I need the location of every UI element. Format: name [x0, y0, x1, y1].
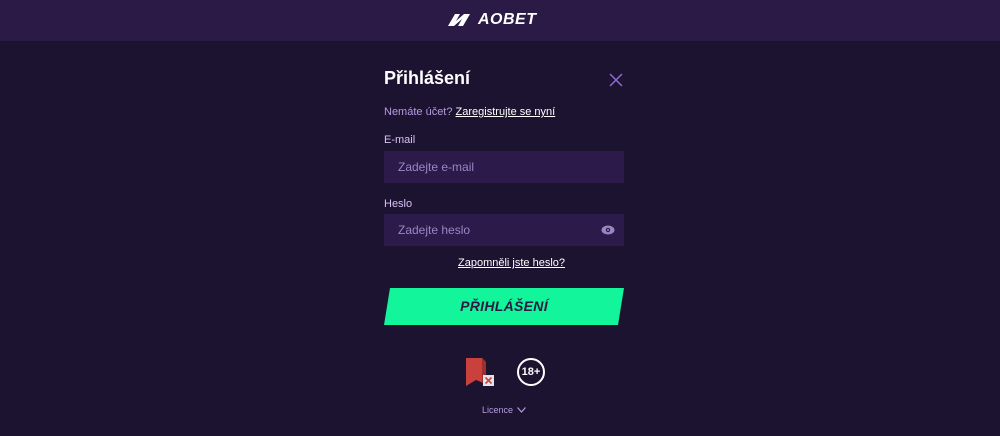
chevron-down-icon: [517, 407, 526, 413]
licence-label: Licence: [482, 405, 514, 415]
logo-text: AOBET: [478, 11, 537, 28]
license-badge-icon[interactable]: [464, 356, 496, 388]
close-icon: [609, 73, 623, 87]
age-restriction-badge: 18+: [517, 358, 545, 386]
top-header: AOBET: [0, 0, 1000, 41]
register-prompt: Nemáte účet? Zaregistrujte se nyní: [384, 106, 555, 118]
password-label: Heslo: [384, 198, 413, 210]
register-link[interactable]: Zaregistrujte se nyní: [456, 106, 556, 118]
aobet-logo-mark-icon: [448, 14, 470, 26]
login-button[interactable]: PŘIHLÁŠENÍ: [384, 288, 624, 325]
login-button-label: PŘIHLÁŠENÍ: [460, 298, 548, 314]
trust-badges: 18+: [464, 356, 564, 390]
eye-icon[interactable]: [601, 225, 615, 235]
licence-toggle[interactable]: Licence: [482, 405, 526, 415]
email-field[interactable]: [384, 151, 624, 183]
close-button[interactable]: [608, 72, 624, 88]
modal-title: Přihlášení: [384, 68, 471, 88]
no-account-text: Nemáte účet?: [384, 106, 453, 118]
forgot-password-link[interactable]: Zapomněli jste heslo?: [458, 257, 565, 269]
brand-logo[interactable]: AOBET: [448, 12, 537, 28]
password-field[interactable]: [384, 214, 624, 246]
email-label: E-mail: [384, 134, 416, 146]
